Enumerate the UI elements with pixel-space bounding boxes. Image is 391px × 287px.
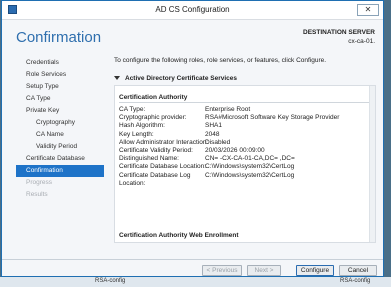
close-button[interactable]: ✕: [357, 4, 379, 16]
next-button[interactable]: Next >: [247, 265, 281, 276]
detail-value: C:\Windows\system32\CertLog: [205, 171, 295, 179]
detail-key: Key Length:: [119, 130, 154, 138]
detail-key: Certificate Database Log Location:: [119, 171, 191, 187]
divider: [119, 102, 371, 103]
nav-item-credentials[interactable]: Credentials: [16, 57, 104, 69]
background-text-left: RSA-config: [95, 278, 126, 284]
wizard-nav: Credentials Role Services Setup Type CA Typ…: [16, 57, 104, 201]
detail-key: CA Type:: [119, 106, 146, 113]
detail-value: 20/03/2026 00:09:00: [205, 146, 265, 154]
destination-server: DESTINATION SERVER cx-ca-01.: [303, 28, 375, 46]
collapse-triangle-icon[interactable]: [114, 76, 120, 81]
nav-item-ca-type[interactable]: CA Type: [16, 93, 104, 105]
summary-box: Certification Authority CA Type: Enterpri…: [114, 85, 376, 243]
detail-key: Allow Administrator Interaction:: [119, 138, 209, 146]
detail-value: CN= -CX-CA-01-CA,DC= ,DC=: [205, 155, 295, 163]
detail-value: 2048: [205, 130, 220, 138]
scrollbar[interactable]: [369, 86, 375, 242]
detail-value: C:\Windows\system32\CertLog: [205, 163, 295, 171]
window-title: AD CS Configuration: [155, 5, 230, 14]
nav-item-setup-type[interactable]: Setup Type: [16, 81, 104, 93]
destination-server-label: DESTINATION SERVER: [303, 29, 375, 36]
destination-server-name: cx-ca-01.: [348, 38, 375, 45]
detail-value: RSA#Microsoft Software Key Storage Provi…: [205, 114, 340, 122]
nav-item-validity-period[interactable]: Validity Period: [16, 141, 104, 153]
nav-item-progress: Progress: [26, 179, 53, 186]
wizard-window: AD CS Configuration ✕ Confirmation DESTI…: [1, 0, 384, 277]
ca-heading: Certification Authority: [119, 94, 188, 101]
detail-value: Enterprise Root: [205, 106, 251, 113]
detail-key: Hash Algorithm:: [119, 122, 165, 130]
nav-item-cryptography[interactable]: Cryptography: [16, 117, 104, 129]
background-text-right: RSA-config: [340, 278, 371, 284]
detail-key: Distinguished Name:: [119, 155, 179, 163]
detail-key: Certificate Validity Period:: [119, 146, 193, 154]
detail-value: SHA1: [205, 122, 222, 130]
configure-button[interactable]: Configure: [296, 265, 334, 276]
nav-item-certificate-database[interactable]: Certificate Database: [16, 153, 104, 165]
footer-divider: [2, 259, 383, 260]
cancel-button[interactable]: Cancel: [339, 265, 377, 276]
nav-item-ca-name[interactable]: CA Name: [16, 129, 104, 141]
detail-value: Disabled: [205, 138, 231, 146]
nav-item-private-key[interactable]: Private Key: [16, 105, 104, 117]
nav-item-role-services[interactable]: Role Services: [16, 69, 104, 81]
previous-button[interactable]: < Previous: [202, 265, 242, 276]
detail-key: Certificate Database Location:: [119, 163, 207, 171]
section-header[interactable]: Active Directory Certificate Services: [114, 75, 237, 82]
section-title: Active Directory Certificate Services: [125, 75, 238, 82]
intro-text: To configure the following roles, role s…: [114, 57, 327, 64]
main-content: To configure the following roles, role s…: [110, 57, 378, 257]
detail-key: Cryptographic provider:: [119, 114, 187, 122]
nav-item-results: Results: [26, 191, 48, 198]
page-title: Confirmation: [16, 29, 102, 46]
nav-item-confirmation[interactable]: Confirmation: [16, 165, 104, 177]
web-enrollment-heading: Certification Authority Web Enrollment: [119, 232, 239, 239]
title-bar: AD CS Configuration ✕: [2, 1, 383, 20]
desktop-strip: [0, 277, 391, 287]
